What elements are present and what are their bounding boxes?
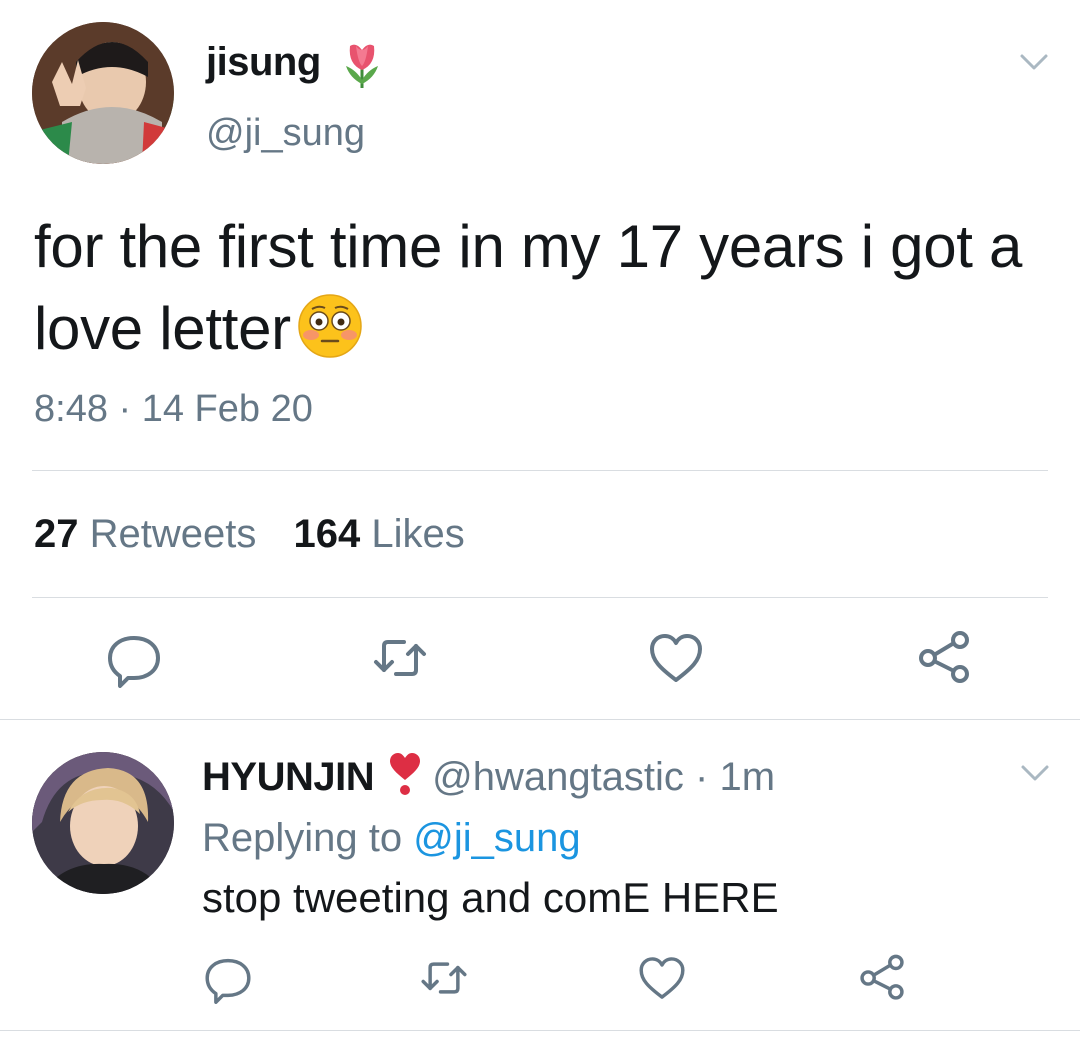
red-exclamation-heart-emoji: [390, 753, 421, 795]
like-stat[interactable]: 164 Likes: [294, 512, 465, 556]
retweet-stat[interactable]: 27 Retweets: [34, 512, 256, 556]
reply-header: HYUNJIN @hwangtastic · 1m: [202, 752, 775, 800]
retweet-count: 27: [34, 512, 79, 556]
tweet-stats: 27 Retweets 164 Likes: [34, 512, 465, 557]
replying-prefix: Replying to: [202, 816, 403, 860]
divider: [0, 719, 1080, 720]
tulip-emoji: [346, 44, 378, 88]
like-label: Likes: [371, 512, 465, 556]
reply-icon[interactable]: [104, 628, 164, 688]
share-icon[interactable]: [914, 628, 974, 688]
replying-mention-link[interactable]: @ji_sung: [413, 816, 580, 860]
like-icon[interactable]: [636, 952, 688, 1004]
tweet-text: for the first time in my 17 years i got …: [34, 213, 1023, 362]
like-icon[interactable]: [646, 628, 706, 688]
author-handle[interactable]: @ji_sung: [206, 112, 365, 155]
reply-icon[interactable]: [202, 952, 254, 1004]
author-display-name[interactable]: jisung: [206, 40, 321, 85]
chevron-down-icon[interactable]: [1018, 762, 1052, 784]
reply-handle-time[interactable]: @hwangtastic · 1m: [432, 755, 775, 799]
retweet-icon[interactable]: [370, 628, 430, 688]
author-avatar[interactable]: [32, 22, 174, 164]
divider: [32, 470, 1048, 471]
share-icon[interactable]: [856, 952, 908, 1004]
retweet-icon[interactable]: [418, 952, 470, 1004]
reply-author-avatar[interactable]: [32, 752, 174, 894]
replying-to: Replying to @ji_sung: [202, 816, 581, 861]
like-count: 164: [293, 512, 361, 556]
reply-display-name[interactable]: HYUNJIN: [202, 755, 375, 799]
reply-text: stop tweeting and comE HERE: [202, 874, 779, 921]
flushed-face-emoji: [298, 294, 362, 358]
tweet-timestamp[interactable]: 8:48 · 14 Feb 20: [34, 388, 313, 431]
divider: [32, 597, 1048, 598]
chevron-down-icon[interactable]: [1016, 50, 1052, 74]
retweet-label: Retweets: [89, 512, 257, 556]
divider: [0, 1030, 1080, 1031]
